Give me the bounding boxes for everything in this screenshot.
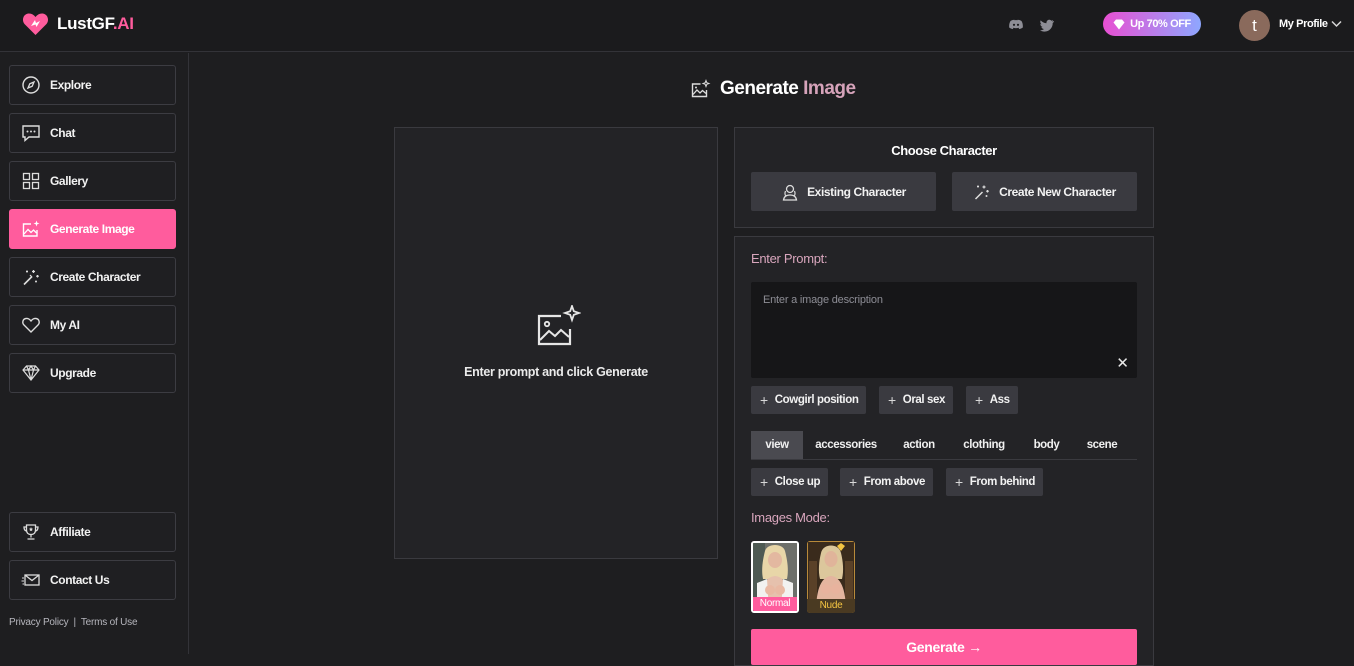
create-new-character-button[interactable]: Create New Character [952,172,1137,211]
tab-body[interactable]: body [1019,431,1074,459]
sidebar-item-my-ai[interactable]: My AI [9,305,176,345]
chevron-down-icon[interactable] [1331,20,1342,28]
sidebar-item-label: Gallery [50,174,88,188]
prompt-panel: Enter Prompt: Enter a image description … [734,236,1154,666]
envelope-icon [21,574,40,586]
prompt-placeholder: Enter a image description [763,294,883,306]
tab-clothing[interactable]: clothing [949,431,1019,459]
choose-character-panel: Choose Character Existing Character Crea… [734,127,1154,228]
sidebar-item-label: Create Character [50,270,141,284]
person-icon [782,184,798,201]
sidebar-item-label: My AI [50,318,80,332]
clear-prompt-button[interactable]: ✕ [1116,354,1129,372]
view-option-chip[interactable]: + From above [840,468,933,496]
grid-icon [22,172,40,190]
image-sparkle-icon [22,220,40,237]
plus-icon: + [955,474,963,490]
heart-logo-icon [22,13,49,35]
mode-normal-card[interactable]: Normal [751,541,799,613]
suggestion-chip[interactable]: + Cowgirl position [751,386,867,414]
view-option-chip[interactable]: + Close up [751,468,829,496]
sidebar-item-generate-image[interactable]: Generate Image [9,209,176,249]
existing-character-button[interactable]: Existing Character [751,172,936,211]
plus-icon: + [849,474,857,490]
footer-links: Privacy Policy | Terms of Use [9,617,138,628]
sidebar-item-label: Affiliate [50,525,91,539]
logo-text: LustGF.AI [57,14,134,33]
category-tabs: view accessories action clothing body sc… [751,431,1137,460]
tab-scene[interactable]: scene [1074,431,1130,459]
sidebar-item-create-character[interactable]: Create Character [9,257,176,297]
diamond-icon [22,364,40,381]
sidebar-item-upgrade[interactable]: Upgrade [9,353,176,393]
sidebar: Explore Chat Gallery Generate Image Crea… [0,53,189,654]
images-mode-label: Images Mode: [751,510,830,525]
footer-separator: | [73,617,76,628]
plus-icon: + [760,392,768,408]
plus-icon: + [760,474,768,490]
twitter-icon[interactable] [1039,17,1055,33]
sidebar-item-explore[interactable]: Explore [9,65,176,105]
profile-label[interactable]: My Profile [1279,18,1328,30]
existing-character-label: Existing Character [807,184,906,199]
compass-icon [22,76,40,94]
create-new-character-label: Create New Character [999,184,1116,199]
choose-character-title: Choose Character [891,143,997,158]
sidebar-item-gallery[interactable]: Gallery [9,161,176,201]
magic-wand-icon [975,185,989,200]
sidebar-item-chat[interactable]: Chat [9,113,176,153]
image-sparkle-icon [537,305,581,346]
plus-icon: + [975,392,983,408]
page-title: Generate Image [690,78,856,100]
preview-instruction: Enter prompt and click Generate [464,365,648,379]
chat-icon [22,125,40,143]
sidebar-item-contact-us[interactable]: Contact Us [9,560,176,600]
page-title-accent: Image [803,78,856,99]
suggestion-chip[interactable]: + Ass [966,386,1018,414]
magic-wand-icon [23,270,39,286]
sidebar-item-label: Chat [50,126,76,140]
sidebar-item-label: Contact Us [50,573,110,587]
terms-of-use-link[interactable]: Terms of Use [81,617,138,628]
sidebar-item-label: Generate Image [50,222,135,236]
logo[interactable]: LustGF.AI [22,12,134,36]
top-bar: LustGF.AI Up 70% OFF t My Profile [0,0,1354,52]
generate-button[interactable]: Generate → [751,629,1137,665]
tab-accessories[interactable]: accessories [803,431,889,459]
mode-nude-label: Nude [807,599,855,613]
discord-icon[interactable] [1008,17,1024,33]
mode-normal-label: Normal [753,597,797,611]
sidebar-item-label: Upgrade [50,366,96,380]
prompt-label: Enter Prompt: [751,251,828,266]
promo-label: Up 70% OFF [1130,18,1191,30]
mode-nude-card[interactable]: Nude [807,541,855,613]
image-preview-area: Enter prompt and click Generate [394,127,718,559]
prompt-textarea[interactable]: Enter a image description ✕ [751,282,1137,378]
page-title-main: Generate [720,78,799,99]
sidebar-item-affiliate[interactable]: Affiliate [9,512,176,552]
sidebar-item-label: Explore [50,78,92,92]
tab-view[interactable]: view [751,431,803,459]
suggestion-chip[interactable]: + Oral sex [879,386,953,414]
discount-promo-button[interactable]: Up 70% OFF [1103,12,1201,36]
trophy-icon [23,524,39,540]
avatar[interactable]: t [1239,10,1270,41]
heart-icon [22,317,40,333]
diamond-icon [1113,19,1125,29]
image-sparkle-icon [691,79,711,98]
view-option-chip[interactable]: + From behind [946,468,1044,496]
privacy-policy-link[interactable]: Privacy Policy [9,617,69,628]
plus-icon: + [888,392,896,408]
tab-action[interactable]: action [889,431,949,459]
